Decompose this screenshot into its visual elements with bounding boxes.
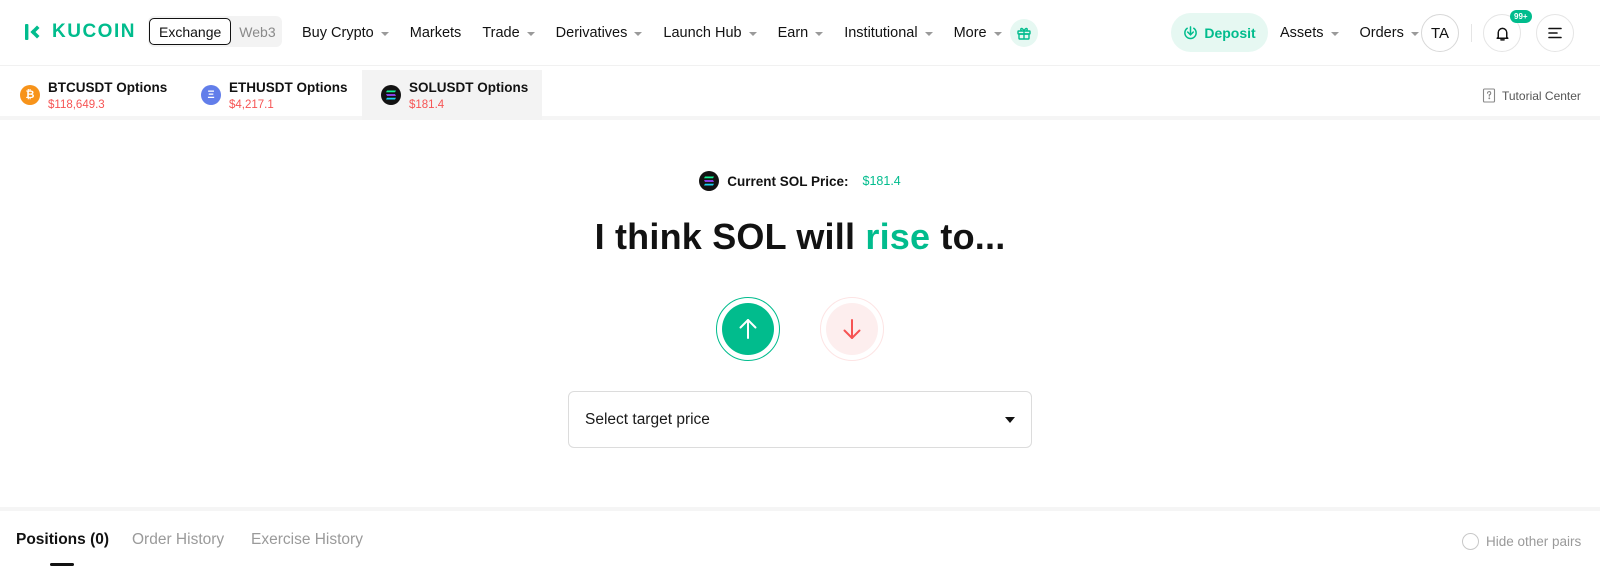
menu-markets[interactable]: Markets <box>410 25 462 41</box>
fall-button[interactable] <box>820 297 884 361</box>
tab-price: $4,217.1 <box>229 98 274 111</box>
bell-icon <box>1495 27 1509 41</box>
menu-institutional[interactable]: Institutional <box>844 25 933 41</box>
active-tab-indicator <box>50 563 74 566</box>
menu-label: Launch Hub <box>663 25 742 41</box>
headline-post: to... <box>930 216 1006 257</box>
menu-launch-hub[interactable]: Launch Hub <box>663 25 757 41</box>
chevron-down-icon <box>924 32 933 36</box>
history-tabs: Positions (0) Order History Exercise His… <box>0 507 1600 569</box>
current-price-label: Current SOL Price: <box>727 173 849 189</box>
menu-more[interactable]: More <box>954 25 1002 41</box>
avatar[interactable]: TA <box>1421 14 1459 52</box>
hide-pairs-label: Hide other pairs <box>1486 534 1582 549</box>
solana-icon <box>699 171 720 191</box>
ethereum-icon: Ξ <box>201 85 221 105</box>
logo-text: KUCOIN <box>52 21 136 42</box>
chevron-down-icon <box>815 32 824 36</box>
notification-badge: 99+ <box>1510 10 1532 23</box>
current-price: Current SOL Price: $181.4 <box>0 171 1600 191</box>
deposit-label: Deposit <box>1204 24 1256 41</box>
tab-positions[interactable]: Positions (0) <box>16 531 109 549</box>
menu-label: More <box>953 25 987 41</box>
download-icon <box>1184 26 1198 40</box>
menu-button[interactable] <box>1536 14 1574 52</box>
headline-direction: rise <box>865 216 931 257</box>
select-placeholder: Select target price <box>585 410 710 428</box>
tab-price: $181.4 <box>409 98 445 111</box>
prediction-headline: I think SOL will rise to... <box>0 216 1600 258</box>
gift-button[interactable] <box>1010 19 1038 47</box>
menu-label: Institutional <box>844 25 918 41</box>
deposit-button[interactable]: Deposit <box>1171 13 1268 52</box>
solana-icon <box>381 85 401 105</box>
menu-label: Trade <box>482 25 520 41</box>
menu-assets[interactable]: Assets <box>1280 25 1339 41</box>
menu-label: Derivatives <box>555 25 628 41</box>
menu-earn[interactable]: Earn <box>778 25 824 41</box>
menu-label: Orders <box>1359 25 1404 41</box>
chevron-down-icon <box>526 32 535 36</box>
tab-btcusdt-options[interactable]: ₿ BTCUSDT Options $118,649.3 <box>20 70 190 120</box>
menu-trade[interactable]: Trade <box>482 25 535 41</box>
tutorial-center-link[interactable]: Tutorial Center <box>1482 88 1581 103</box>
tab-exercise-history[interactable]: Exercise History <box>251 531 363 549</box>
options-tabs: ₿ BTCUSDT Options $118,649.3 Ξ ETHUSDT O… <box>0 70 1600 120</box>
kucoin-logo[interactable]: KUCOIN <box>22 20 136 44</box>
kucoin-logo-icon <box>25 24 40 40</box>
account-menu: Assets Orders <box>1280 0 1440 66</box>
chevron-down-icon <box>634 32 643 36</box>
chevron-down-icon <box>1410 32 1419 36</box>
tab-name: SOLUSDT Options <box>409 79 529 95</box>
caret-down-icon <box>1005 416 1015 423</box>
chevron-down-icon <box>380 32 389 36</box>
tab-name: BTCUSDT Options <box>48 79 168 95</box>
top-navigation: KUCOIN Exchange Web3 Buy Crypto Markets … <box>0 0 1600 66</box>
current-price-value: $181.4 <box>862 174 901 188</box>
menu-orders[interactable]: Orders <box>1360 25 1419 41</box>
tab-order-history[interactable]: Order History <box>132 531 224 549</box>
menu-buy-crypto[interactable]: Buy Crypto <box>302 25 389 41</box>
chevron-down-icon <box>1330 32 1339 36</box>
rise-button[interactable] <box>716 297 780 361</box>
hide-other-pairs-toggle[interactable]: Hide other pairs <box>1462 533 1581 550</box>
divider <box>1471 24 1472 42</box>
gift-icon <box>1017 27 1031 40</box>
menu-icon <box>1548 27 1562 39</box>
menu-label: Markets <box>409 25 462 41</box>
tab-solusdt-options[interactable]: SOLUSDT Options $181.4 <box>362 70 542 120</box>
tutorial-label: Tutorial Center <box>1502 88 1581 103</box>
exchange-web3-switch: Exchange Web3 <box>148 16 282 47</box>
chevron-down-icon <box>748 32 757 36</box>
menu-label: Earn <box>777 25 809 41</box>
main-menu: Buy Crypto Markets Trade Derivatives Lau… <box>302 0 1023 66</box>
tab-name: ETHUSDT Options <box>229 79 348 95</box>
headline-pre: I think SOL will <box>594 216 866 257</box>
exchange-toggle[interactable]: Exchange <box>149 18 232 45</box>
chevron-down-icon <box>993 32 1002 36</box>
menu-label: Assets <box>1280 25 1324 41</box>
arrow-down-icon <box>843 319 861 339</box>
target-price-select[interactable]: Select target price <box>568 391 1032 448</box>
menu-label: Buy Crypto <box>302 25 374 41</box>
bitcoin-icon: ₿ <box>20 85 40 105</box>
radio-icon <box>1462 533 1479 550</box>
arrow-up-icon <box>739 319 757 339</box>
menu-derivatives[interactable]: Derivatives <box>556 25 643 41</box>
tab-ethusdt-options[interactable]: Ξ ETHUSDT Options $4,217.1 <box>201 70 361 120</box>
tab-price: $118,649.3 <box>48 98 105 111</box>
web3-toggle[interactable]: Web3 <box>239 24 275 40</box>
help-book-icon <box>1482 88 1496 103</box>
